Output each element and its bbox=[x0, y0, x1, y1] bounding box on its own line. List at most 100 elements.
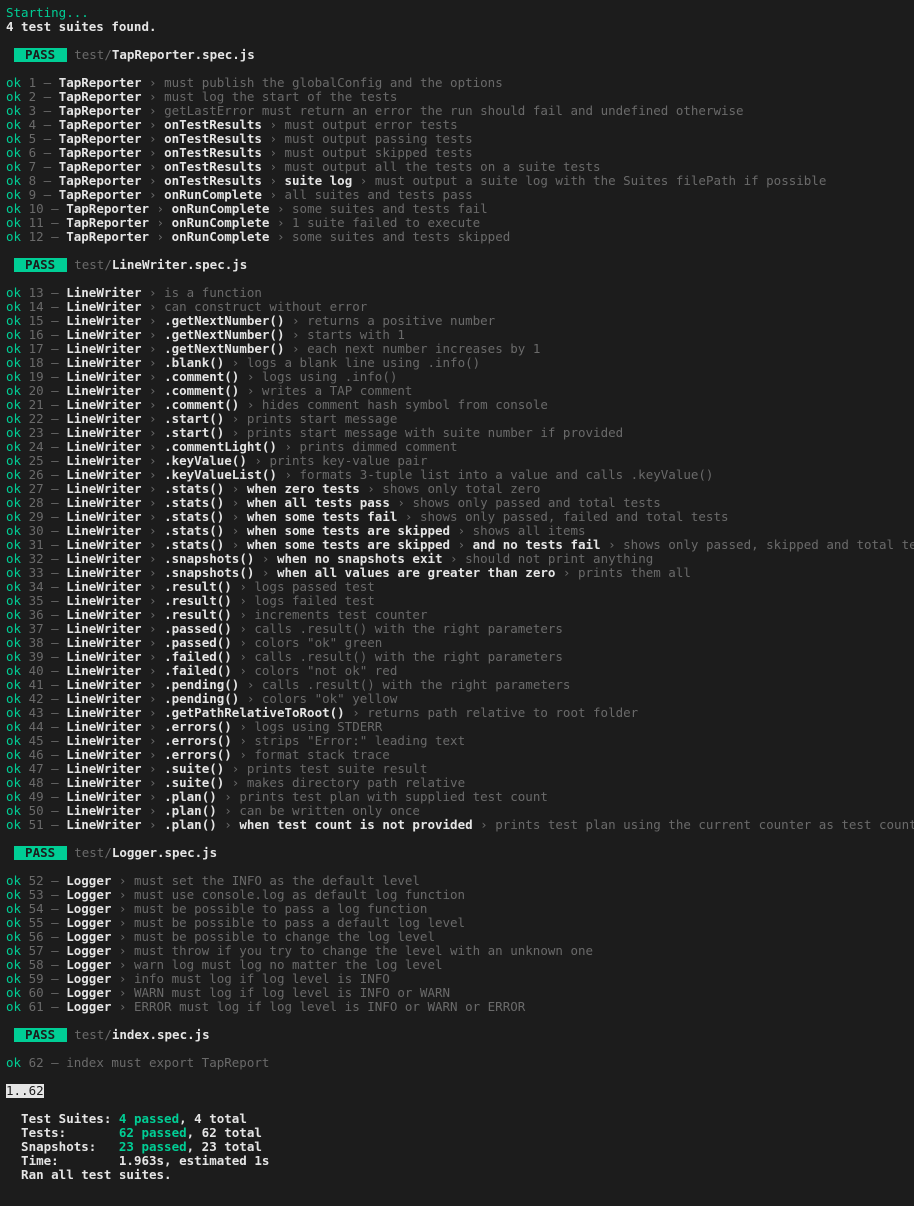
ok-token: ok bbox=[6, 75, 21, 90]
path-segment: LineWriter bbox=[66, 537, 141, 552]
dash-token: – bbox=[44, 425, 67, 440]
ok-token: ok bbox=[6, 453, 21, 468]
test-desc: ERROR must log if log level is INFO or W… bbox=[134, 999, 525, 1014]
summary-label: Tests: bbox=[6, 1125, 119, 1140]
test-number: 47 bbox=[21, 761, 44, 776]
dash-token: – bbox=[44, 607, 67, 622]
test-desc: must set the INFO as the default level bbox=[134, 873, 420, 888]
test-row: ok 55 – Logger › must be possible to pas… bbox=[6, 916, 908, 930]
ok-token: ok bbox=[6, 509, 21, 524]
test-row: ok 25 – LineWriter › .keyValue() › print… bbox=[6, 454, 908, 468]
arrow-token: › bbox=[254, 551, 277, 566]
test-number: 43 bbox=[21, 705, 44, 720]
suite-header-row: PASS test/Logger.spec.js bbox=[6, 846, 908, 860]
arrow-token: › bbox=[284, 313, 307, 328]
path-segment: and no tests fail bbox=[473, 537, 601, 552]
ok-token: ok bbox=[6, 131, 21, 146]
test-desc: shows only passed, skipped and total tes… bbox=[623, 537, 914, 552]
arrow-token: › bbox=[111, 999, 134, 1014]
path-segment: .comment() bbox=[164, 397, 239, 412]
path-segment: .result() bbox=[164, 579, 232, 594]
test-desc: 1 suite failed to execute bbox=[292, 215, 480, 230]
test-number: 37 bbox=[21, 621, 44, 636]
test-desc: must output skipped tests bbox=[285, 145, 473, 160]
path-segment: when some tests are skipped bbox=[247, 523, 450, 538]
test-desc: must use console.log as default log func… bbox=[134, 887, 465, 902]
path-segment: .getNextNumber() bbox=[164, 341, 284, 356]
test-number: 38 bbox=[21, 635, 44, 650]
arrow-token: › bbox=[555, 565, 578, 580]
test-number: 2 bbox=[21, 89, 36, 104]
arrow-token: › bbox=[141, 621, 164, 636]
ok-token: ok bbox=[6, 215, 21, 230]
test-number: 34 bbox=[21, 579, 44, 594]
test-number: 6 bbox=[21, 145, 36, 160]
path-segment: TapReporter bbox=[59, 173, 142, 188]
suite-filename: index.spec.js bbox=[112, 1027, 210, 1042]
dash-token: – bbox=[44, 551, 67, 566]
path-segment: TapReporter bbox=[59, 187, 142, 202]
summary-label: Snapshots: bbox=[6, 1139, 119, 1154]
path-segment: LineWriter bbox=[66, 691, 141, 706]
suite-header-row: PASS test/LineWriter.spec.js bbox=[6, 258, 908, 272]
summary-row: Time: 1.963s, estimated 1s bbox=[6, 1154, 908, 1168]
arrow-token: › bbox=[450, 537, 473, 552]
dash-token: – bbox=[44, 999, 67, 1014]
test-number: 59 bbox=[21, 971, 44, 986]
test-row: ok 10 – TapReporter › onRunComplete › so… bbox=[6, 202, 908, 216]
test-row: ok 23 – LineWriter › .start() › prints s… bbox=[6, 426, 908, 440]
path-segment: LineWriter bbox=[66, 551, 141, 566]
dash-token: – bbox=[44, 341, 67, 356]
arrow-token: › bbox=[239, 691, 262, 706]
test-desc: must be possible to pass a default log l… bbox=[134, 915, 465, 930]
test-desc: logs failed test bbox=[254, 593, 374, 608]
path-segment: LineWriter bbox=[66, 299, 141, 314]
ok-token: ok bbox=[6, 229, 21, 244]
arrow-token: › bbox=[111, 901, 134, 916]
arrow-token: › bbox=[352, 173, 375, 188]
suite-filename: Logger.spec.js bbox=[112, 845, 217, 860]
plan-box: 1..62 bbox=[6, 1084, 44, 1098]
test-desc: WARN must log if log level is INFO or WA… bbox=[134, 985, 450, 1000]
summary-pass: 4 passed bbox=[119, 1111, 179, 1126]
arrow-token: › bbox=[232, 593, 255, 608]
test-number: 16 bbox=[21, 327, 44, 342]
path-segment: LineWriter bbox=[66, 369, 141, 384]
test-desc: must output a suite log with the Suites … bbox=[375, 173, 827, 188]
suites-found-label: 4 test suites found. bbox=[6, 20, 908, 34]
ok-token: ok bbox=[6, 425, 21, 440]
arrow-token: › bbox=[141, 803, 164, 818]
test-number: 45 bbox=[21, 733, 44, 748]
arrow-token: › bbox=[149, 229, 172, 244]
test-number: 41 bbox=[21, 677, 44, 692]
test-desc: logs passed test bbox=[254, 579, 374, 594]
test-number: 9 bbox=[21, 187, 36, 202]
test-row: ok 38 – LineWriter › .passed() › colors … bbox=[6, 636, 908, 650]
arrow-token: › bbox=[232, 747, 255, 762]
test-desc: should not print anything bbox=[465, 551, 653, 566]
dash-token: – bbox=[44, 593, 67, 608]
test-desc: prints key-value pair bbox=[269, 453, 427, 468]
ok-token: ok bbox=[6, 733, 21, 748]
arrow-token: › bbox=[239, 383, 262, 398]
arrow-token: › bbox=[141, 299, 164, 314]
path-segment: .stats() bbox=[164, 495, 224, 510]
test-desc: must log the start of the tests bbox=[164, 89, 397, 104]
test-desc: colors "ok" yellow bbox=[262, 691, 397, 706]
arrow-token: › bbox=[111, 873, 134, 888]
test-row: ok 34 – LineWriter › .result() › logs pa… bbox=[6, 580, 908, 594]
dash-token: – bbox=[36, 173, 59, 188]
test-row: ok 9 – TapReporter › onRunComplete › all… bbox=[6, 188, 908, 202]
path-segment: LineWriter bbox=[66, 649, 141, 664]
ok-token: ok bbox=[6, 593, 21, 608]
arrow-token: › bbox=[247, 453, 270, 468]
test-row: ok 26 – LineWriter › .keyValueList() › f… bbox=[6, 468, 908, 482]
path-segment: .stats() bbox=[164, 523, 224, 538]
dash-token: – bbox=[44, 663, 67, 678]
test-row: ok 39 – LineWriter › .failed() › calls .… bbox=[6, 650, 908, 664]
test-desc: increments test counter bbox=[254, 607, 427, 622]
dash-token: – bbox=[44, 929, 67, 944]
test-row: ok 42 – LineWriter › .pending() › colors… bbox=[6, 692, 908, 706]
arrow-token: › bbox=[141, 719, 164, 734]
test-number: 52 bbox=[21, 873, 44, 888]
